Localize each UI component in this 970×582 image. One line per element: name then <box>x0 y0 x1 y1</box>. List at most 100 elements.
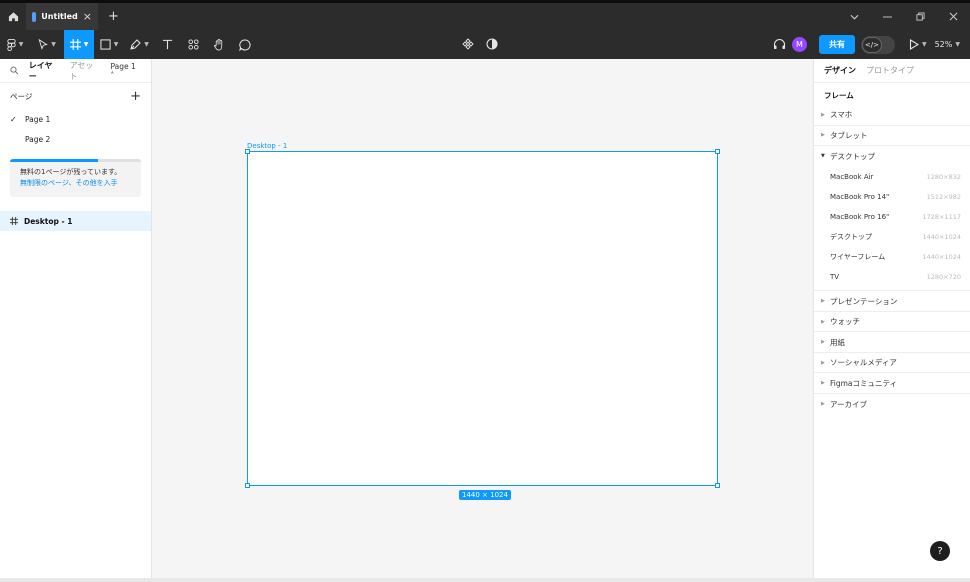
audio-button[interactable] <box>773 35 786 54</box>
pen-icon <box>130 38 141 50</box>
category-presentation[interactable]: ▶ プレゼンテーション <box>814 291 970 312</box>
category-label: アーカイブ <box>830 399 868 409</box>
desktop-frame[interactable] <box>247 151 718 486</box>
dev-mode-toggle[interactable]: </> <box>860 35 895 54</box>
category-archive[interactable]: ▶ アーカイブ <box>814 394 970 415</box>
page-item-2[interactable]: Page 2 <box>0 129 151 149</box>
shape-tool[interactable]: ▼ <box>94 30 124 59</box>
canvas[interactable]: Desktop - 1 1440 × 1024 <box>153 59 813 578</box>
preset-size: 1280×720 <box>926 272 961 281</box>
preset-size: 1512×982 <box>926 192 961 201</box>
preset-item[interactable]: MacBook Pro 16" 1728×1117 <box>814 207 970 227</box>
component-tool[interactable] <box>462 35 474 54</box>
text-tool[interactable] <box>154 30 180 59</box>
category-desktop[interactable]: ▼ デスクトップ <box>814 146 970 167</box>
pages-heading: ページ <box>10 91 33 101</box>
chevron-down-icon: ▼ <box>113 41 119 48</box>
frame-tool[interactable]: ▼ <box>64 30 94 59</box>
preset-item[interactable]: TV 1280×720 <box>814 267 970 292</box>
category-label: 用紙 <box>830 337 845 347</box>
tab-design[interactable]: デザイン <box>824 65 856 76</box>
frame-section-title: フレーム <box>824 90 854 100</box>
chevron-down-icon: ▼ <box>144 41 149 48</box>
hand-tool[interactable] <box>206 30 232 59</box>
restore-button[interactable] <box>904 3 937 30</box>
present-button[interactable]: ▼ <box>909 39 927 50</box>
tab-title: Untitled <box>41 12 78 21</box>
category-label: スマホ <box>830 110 853 120</box>
preset-item[interactable]: MacBook Air 1280×832 <box>814 167 970 187</box>
window-controls <box>838 3 970 30</box>
page-item-1[interactable]: ✓ Page 1 <box>0 109 151 129</box>
page-item-label: Page 1 <box>25 114 51 124</box>
toolbar-right: M 共有 </> ▼ 52% ▼ <box>773 30 970 59</box>
rectangle-icon <box>100 39 111 50</box>
page-item-label: Page 2 <box>25 134 51 144</box>
chevron-right-icon: ▶ <box>821 298 825 305</box>
chevron-right-icon: ▶ <box>821 132 825 139</box>
help-button[interactable]: ? <box>930 541 950 561</box>
left-panel: レイヤー アセット Page 1 ˄ ページ + ✓ Page 1 Page 2… <box>0 59 152 578</box>
category-label: タブレット <box>830 130 868 140</box>
tab-layers[interactable]: レイヤー <box>29 60 60 82</box>
resources-tool[interactable] <box>180 30 206 59</box>
search-icon[interactable] <box>10 66 19 75</box>
comment-icon <box>239 38 251 51</box>
chevron-down-icon[interactable] <box>838 3 871 30</box>
chevron-down-icon: ▼ <box>51 41 56 48</box>
toolbar: ▼ ▼ ▼ ▼ ▼ M 共有 </> ▼ 52% ▼ <box>0 30 970 59</box>
add-page-button[interactable]: + <box>130 89 141 104</box>
resources-icon <box>187 39 199 50</box>
home-button[interactable] <box>0 3 26 30</box>
close-window-button[interactable] <box>937 3 970 30</box>
resize-handle-bottom-right[interactable] <box>715 483 720 488</box>
move-tool[interactable]: ▼ <box>30 30 64 59</box>
resize-handle-top-left[interactable] <box>245 149 250 154</box>
tab-assets[interactable]: アセット <box>70 60 101 82</box>
home-icon <box>8 12 18 22</box>
layer-label: Desktop - 1 <box>24 216 73 226</box>
preset-item[interactable]: ワイヤーフレーム 1440×1024 <box>814 247 970 267</box>
category-phone[interactable]: ▶ スマホ <box>814 105 970 126</box>
resize-handle-bottom-left[interactable] <box>245 483 250 488</box>
category-paper[interactable]: ▶ 用紙 <box>814 332 970 353</box>
share-button[interactable]: 共有 <box>818 35 855 54</box>
page-usage-fill <box>10 159 98 162</box>
contrast-icon <box>486 38 498 50</box>
category-watch[interactable]: ▶ ウォッチ <box>814 312 970 333</box>
upgrade-link[interactable]: 無制限のページ、その他を入手 <box>20 178 131 189</box>
check-icon: ✓ <box>10 114 17 124</box>
chevron-right-icon: ▶ <box>821 339 825 346</box>
frame-label[interactable]: Desktop - 1 <box>247 142 287 150</box>
resize-handle-top-right[interactable] <box>715 149 720 154</box>
pages-header: ページ + <box>0 83 151 109</box>
chevron-down-icon: ▼ <box>955 41 960 48</box>
frame-icon <box>10 217 18 225</box>
category-tablet[interactable]: ▶ タブレット <box>814 126 970 146</box>
chevron-right-icon: ▶ <box>821 318 825 325</box>
category-label: プレゼンテーション <box>830 296 898 306</box>
main-menu-button[interactable]: ▼ <box>0 30 30 59</box>
page-selector[interactable]: Page 1 ˄ <box>110 62 141 80</box>
file-tab[interactable]: Untitled × <box>26 3 98 30</box>
layer-item[interactable]: Desktop - 1 <box>0 211 151 231</box>
preset-item[interactable]: MacBook Pro 14" 1512×982 <box>814 187 970 207</box>
minimize-button[interactable] <box>871 3 904 30</box>
code-icon: </> <box>861 36 882 53</box>
category-figma-community[interactable]: ▶ Figmaコミュニティ <box>814 373 970 394</box>
avatar[interactable]: M <box>791 37 807 52</box>
pen-tool[interactable]: ▼ <box>124 30 154 59</box>
contrast-tool[interactable] <box>486 35 498 54</box>
comment-tool[interactable] <box>232 30 258 59</box>
zoom-menu[interactable]: 52% ▼ <box>935 40 960 49</box>
tab-prototype[interactable]: プロトタイプ <box>866 65 914 76</box>
category-label: ウォッチ <box>830 317 860 327</box>
component-icon <box>462 38 474 50</box>
cursor-icon <box>38 39 49 50</box>
chevron-right-icon: ▶ <box>821 359 825 366</box>
preset-size: 1440×1024 <box>922 233 961 242</box>
preset-item[interactable]: デスクトップ 1440×1024 <box>814 227 970 247</box>
category-social-media[interactable]: ▶ ソーシャルメディア <box>814 353 970 374</box>
close-tab-icon[interactable]: × <box>83 11 92 22</box>
new-tab-button[interactable]: + <box>108 9 119 24</box>
